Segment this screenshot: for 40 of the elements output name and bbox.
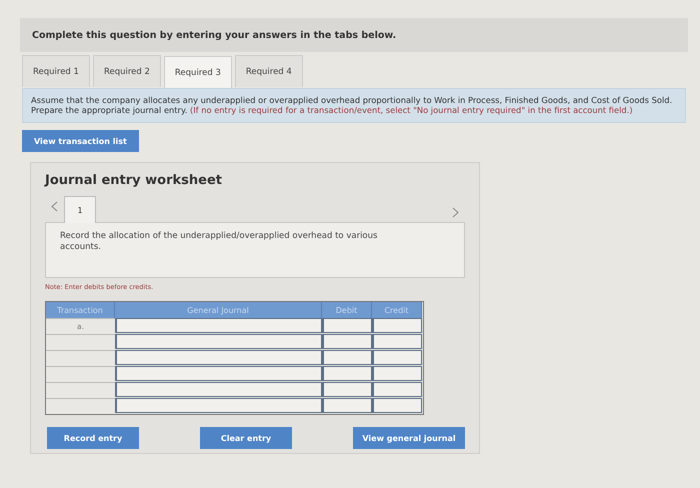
account-field[interactable] bbox=[115, 366, 322, 382]
credit-field[interactable] bbox=[372, 334, 422, 350]
required-tab[interactable]: Required 2 bbox=[92, 55, 161, 87]
transaction-cell bbox=[46, 334, 115, 350]
debit-field[interactable] bbox=[322, 334, 372, 350]
entry-description: Record the allocation of the underapplied/overapplied overhead to various accounts. bbox=[45, 222, 465, 278]
column-header: Transaction bbox=[46, 302, 115, 318]
worksheet-title: Journal entry worksheet bbox=[45, 173, 223, 188]
account-field[interactable] bbox=[115, 318, 322, 334]
transaction-cell bbox=[46, 382, 115, 398]
debit-field[interactable] bbox=[322, 398, 372, 414]
transaction-cell bbox=[46, 366, 115, 382]
required-tab[interactable]: Required 4 bbox=[234, 55, 303, 87]
instruction-text: Assume that the company allocates any underapplied or overapplied overhead proportionally to Work in Process, Finished Goods, and Cost of Goods Sold. Prepare the appropriate journal entry. (If no entry is required for a transaction/event, select "No journal entry required" in the first account field.) bbox=[22, 88, 686, 123]
debit-field[interactable] bbox=[322, 318, 372, 334]
required-tab[interactable]: Required 3 bbox=[164, 56, 232, 88]
transaction-cell bbox=[46, 398, 115, 414]
debit-field[interactable] bbox=[322, 382, 372, 398]
required-tab[interactable]: Required 1 bbox=[22, 55, 90, 87]
account-field[interactable] bbox=[115, 398, 322, 414]
debit-field[interactable] bbox=[322, 366, 372, 382]
account-field[interactable] bbox=[115, 350, 322, 366]
credit-field[interactable] bbox=[372, 350, 422, 366]
account-field[interactable] bbox=[115, 334, 322, 350]
account-field[interactable] bbox=[115, 382, 322, 398]
column-header: Debit bbox=[322, 302, 372, 318]
transaction-cell bbox=[46, 350, 115, 366]
column-header: Credit bbox=[372, 302, 422, 318]
credit-field[interactable] bbox=[372, 398, 422, 414]
entry-tab[interactable]: 1 bbox=[64, 196, 96, 224]
view-transaction-list-button[interactable]: View transaction list bbox=[22, 130, 139, 152]
entry-action-button[interactable]: Clear entry bbox=[200, 427, 292, 450]
question-banner: Complete this question by entering your answers in the tabs below. bbox=[20, 18, 688, 52]
column-header: General Journal bbox=[115, 302, 322, 318]
entry-action-button[interactable]: Record entry bbox=[47, 427, 139, 450]
credit-field[interactable] bbox=[372, 382, 422, 398]
entry-action-button[interactable]: View general journal bbox=[353, 427, 465, 450]
credit-field[interactable] bbox=[372, 318, 422, 334]
credit-field[interactable] bbox=[372, 366, 422, 382]
debit-field[interactable] bbox=[322, 350, 372, 366]
